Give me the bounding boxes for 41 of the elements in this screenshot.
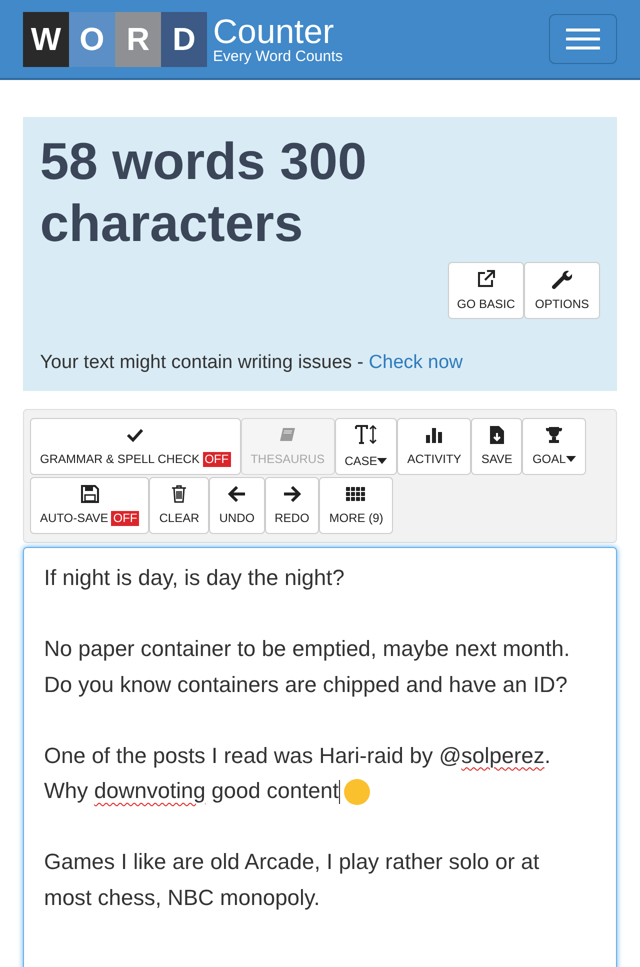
caret-icon xyxy=(566,456,576,462)
toolbar-button[interactable]: ACTIVITY xyxy=(397,418,472,475)
text-cursor xyxy=(338,780,340,804)
logo-letter: W xyxy=(23,12,69,66)
editor-paragraph: If night is day, is day the night? xyxy=(44,564,346,592)
off-badge: OFF xyxy=(111,510,140,526)
off-badge: OFF xyxy=(202,452,231,466)
writing-issues-notice: Your text might contain writing issues - Check now xyxy=(40,351,464,375)
caret-icon xyxy=(377,458,388,464)
logo-name: Counter xyxy=(213,14,335,48)
go-basic-button[interactable]: GO BASIC xyxy=(448,262,524,319)
toolbar-button[interactable]: MORE (9) xyxy=(319,477,394,534)
menu-button[interactable] xyxy=(549,14,617,64)
toolbar-button[interactable]: CLEAR xyxy=(149,477,210,534)
right-arrow-icon xyxy=(282,484,302,504)
toolbar-button[interactable]: REDO xyxy=(264,477,320,534)
trophy-icon xyxy=(544,425,564,445)
logo-letter: R xyxy=(115,12,161,66)
logo-letter: O xyxy=(69,12,115,66)
menu-icon xyxy=(566,28,600,50)
logo-tagline: Every Word Counts xyxy=(213,48,343,64)
editor-paragraph: Games I like are old Arcade, I play rather solo or at most chess, NBC monopoly. xyxy=(44,848,540,912)
toolbar-button[interactable]: CASE xyxy=(334,418,398,475)
text-size-icon xyxy=(354,423,378,447)
grid-icon xyxy=(346,484,366,504)
toolbar-button[interactable]: GRAMMAR & SPELL CHECK OFF xyxy=(30,418,241,475)
left-arrow-icon xyxy=(226,484,247,504)
toolbar-button[interactable]: AUTO-SAVE OFF xyxy=(30,477,150,534)
external-link-icon xyxy=(476,268,496,288)
logo-letter: D xyxy=(161,12,207,66)
word-count-headline: 58 words 300 characters xyxy=(40,132,368,255)
check-now-link[interactable]: Check now xyxy=(368,352,463,373)
text-editor[interactable] xyxy=(23,547,617,967)
editor-paragraph: No paper container to be emptied, maybe next month. Do you know containers are chipped and have an ID? xyxy=(44,635,571,699)
toolbar-button[interactable]: UNDO xyxy=(209,477,265,534)
toolbar-button[interactable]: GOAL xyxy=(522,418,586,475)
options-button[interactable]: OPTIONS xyxy=(524,262,600,319)
toolbar-button[interactable]: SAVE xyxy=(471,418,522,475)
editor-paragraph: One of the posts I read was Hari-raid by @solperez. Why downvoting good content xyxy=(44,738,588,808)
bar-chart-icon xyxy=(424,425,444,445)
wrench-icon xyxy=(552,268,572,288)
